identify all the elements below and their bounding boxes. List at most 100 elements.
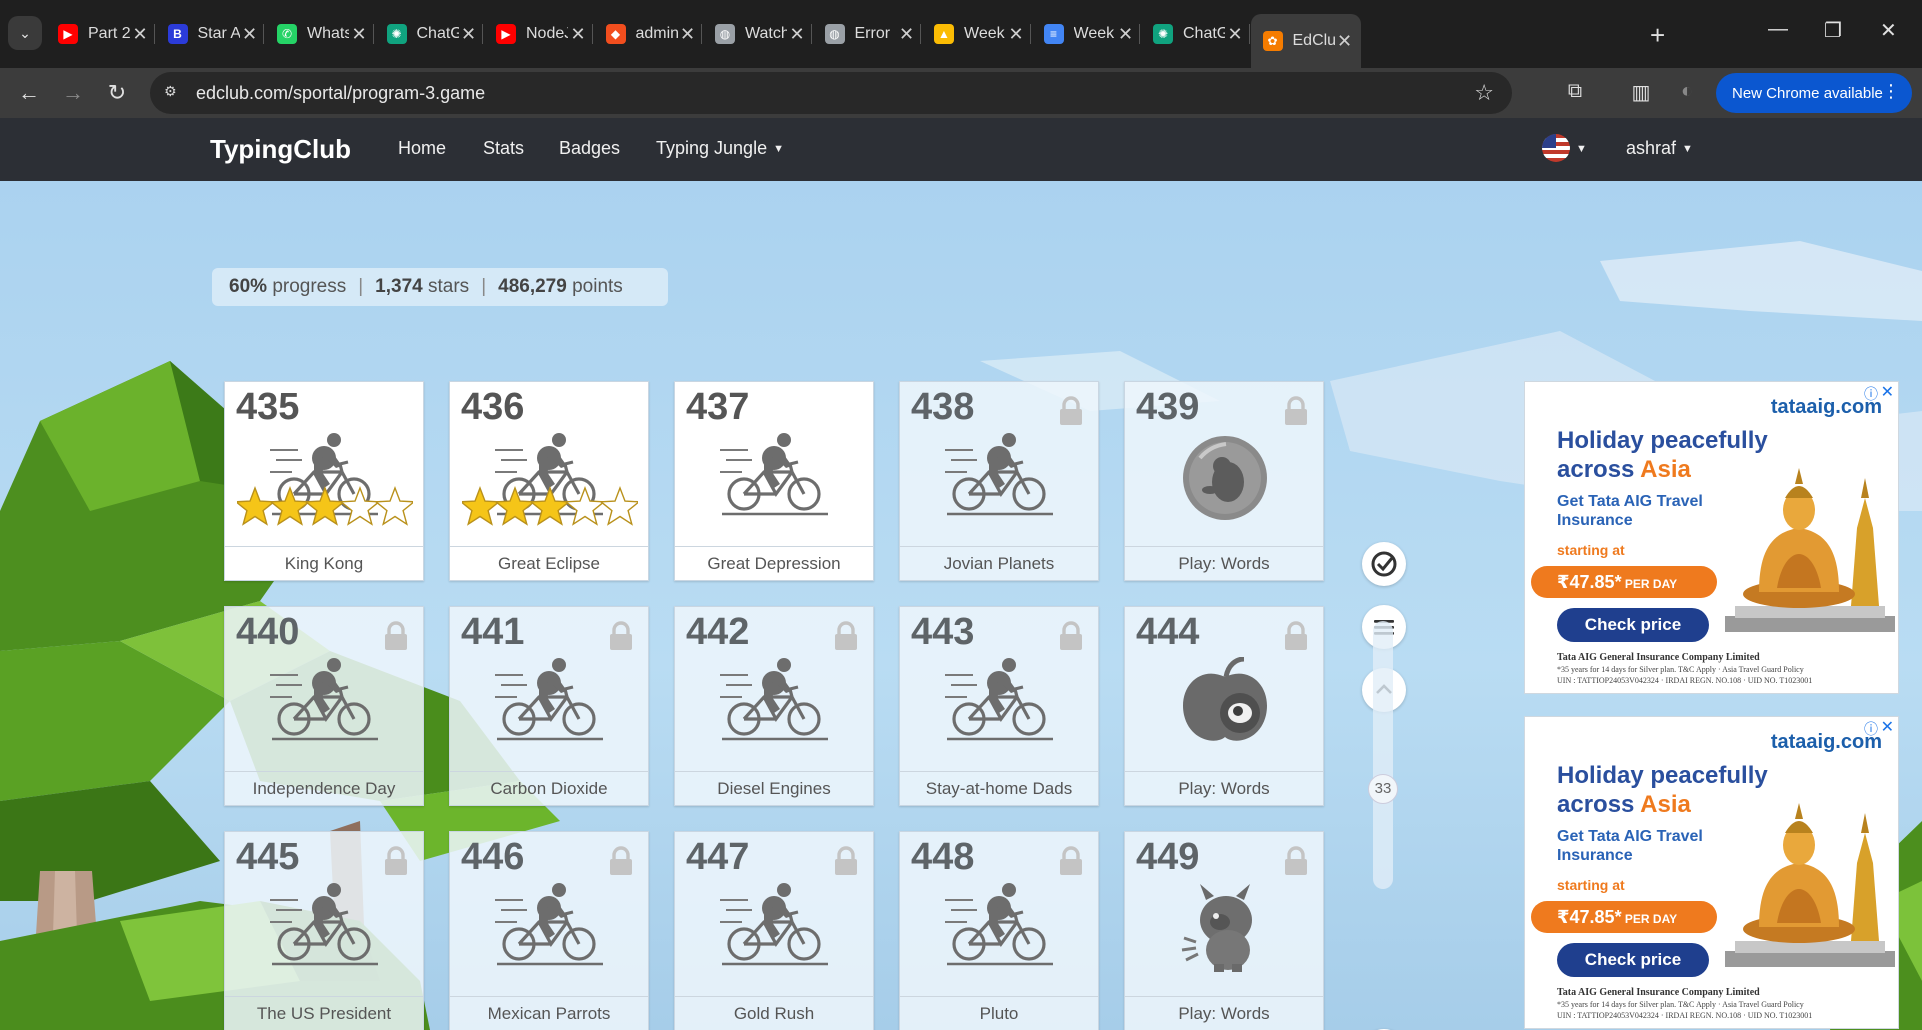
lesson-card-436[interactable]: 436 Great Eclipse: [449, 381, 649, 581]
lesson-card-437[interactable]: 437 Great Depression: [674, 381, 874, 581]
bicycle-rider-icon: [270, 882, 380, 972]
ad-headline-line-2a: across: [1557, 456, 1641, 483]
lesson-card-438[interactable]: 438 Jovian Planets: [899, 381, 1099, 581]
lesson-card-442[interactable]: 442 Diesel Engines: [674, 606, 874, 806]
restore-icon[interactable]: ❐: [1824, 18, 1842, 43]
lesson-card-443[interactable]: 443 Stay-at-home Dads: [899, 606, 1099, 806]
lesson-card-435[interactable]: 435 King Kong: [224, 381, 424, 581]
browser-tab-9[interactable]: ▲ Week ✕: [922, 14, 1032, 54]
lesson-card-447[interactable]: 447 Gold Rush: [674, 831, 874, 1030]
ad-headline-line-1: Holiday peacefully: [1557, 762, 1768, 789]
tab-title: admin: [635, 25, 678, 42]
ad-fine-print-terms: *35 years for 14 days for Silver plan. T…: [1557, 665, 1804, 674]
tab-close-icon[interactable]: ✕: [678, 24, 698, 45]
browser-tab-6[interactable]: ◆ admin ✕: [594, 14, 704, 54]
bicycle-rider-icon: [270, 657, 380, 747]
ad-close-icon[interactable]: ✕: [1881, 382, 1894, 402]
tab-close-icon[interactable]: ✕: [568, 24, 588, 45]
minimize-icon[interactable]: —: [1768, 18, 1788, 41]
ad-check-price-button[interactable]: Check price: [1557, 943, 1709, 977]
star-filled-icon: [234, 486, 276, 526]
ad-banner-bottom[interactable]: ⓘ ✕ tataaig.com Holiday peacefully across…: [1524, 716, 1899, 1029]
tab-separator: [372, 24, 374, 44]
ad-close-icon[interactable]: ✕: [1881, 717, 1894, 737]
chrome-update-label: New Chrome available: [1732, 84, 1883, 102]
progress-summary: 60% progress | 1,374 stars | 486,279 poi…: [212, 268, 668, 306]
tab-close-icon[interactable]: ✕: [787, 24, 807, 45]
ad-check-price-button[interactable]: Check price: [1557, 608, 1709, 642]
bookmark-star-icon[interactable]: ☆: [1474, 80, 1494, 106]
lesson-card-439[interactable]: 439 Play: Words: [1124, 381, 1324, 581]
lesson-number: 441: [461, 611, 525, 653]
lock-icon: [383, 621, 409, 651]
star-filled-icon: [459, 486, 501, 526]
lesson-title: Great Eclipse: [450, 546, 648, 580]
new-tab-icon[interactable]: +: [1650, 20, 1665, 51]
browser-tab-4[interactable]: ✺ ChatGI ✕: [375, 14, 485, 54]
bicycle-rider-icon: [495, 882, 605, 972]
tab-close-icon[interactable]: ✕: [1006, 24, 1026, 45]
language-caret-icon[interactable]: ▼: [1576, 143, 1587, 155]
tab-close-icon[interactable]: ✕: [1116, 24, 1136, 45]
google-drive-icon: ▲: [934, 24, 954, 44]
lesson-scroll-track[interactable]: [1373, 621, 1393, 889]
tab-close-icon[interactable]: ✕: [459, 24, 479, 45]
nav-typing-jungle-label: Typing Jungle: [656, 138, 768, 158]
completed-check-button[interactable]: [1362, 542, 1406, 586]
reload-icon[interactable]: ↻: [102, 78, 132, 108]
lock-icon: [1283, 396, 1309, 426]
lesson-card-445[interactable]: 445 The US President: [224, 831, 424, 1030]
profile-icon[interactable]: ◐: [1674, 80, 1700, 106]
back-icon[interactable]: ←: [14, 78, 44, 108]
lesson-card-449[interactable]: 449 Play: Words: [1124, 831, 1324, 1030]
tab-close-icon[interactable]: ✕: [349, 24, 369, 45]
tab-search-icon[interactable]: ⌄: [8, 16, 42, 50]
browser-tab-7[interactable]: ◍ Watch ✕: [703, 14, 813, 54]
ad-fine-print-regn: UIN : TATTIOP24053V042324 · IRDAI REGN. …: [1557, 676, 1813, 685]
browser-tab-2[interactable]: B Star Ac ✕: [156, 14, 266, 54]
browser-tab-5[interactable]: ▶ NodeJ ✕: [484, 14, 594, 54]
lesson-card-441[interactable]: 441 Carbon Dioxide: [449, 606, 649, 806]
tab-close-icon[interactable]: ✕: [130, 24, 150, 45]
nav-badges[interactable]: Badges: [559, 138, 620, 159]
side-panel-icon[interactable]: ▥: [1628, 80, 1654, 106]
bicycle-rider-icon: [495, 657, 605, 747]
lesson-number: 439: [1136, 386, 1200, 428]
lesson-number: 443: [911, 611, 975, 653]
tab-close-icon[interactable]: ✕: [240, 24, 260, 45]
scroll-page-indicator[interactable]: 33: [1368, 774, 1398, 804]
typingclub-logo[interactable]: TypingClub: [210, 134, 351, 165]
tab-title: EdClub: [1292, 32, 1335, 49]
nav-typing-jungle[interactable]: Typing Jungle ▼: [656, 138, 784, 159]
site-info-icon[interactable]: ⚙: [164, 83, 184, 103]
extensions-icon[interactable]: ⧉: [1562, 80, 1588, 106]
lesson-title: Play: Words: [1125, 996, 1323, 1030]
lesson-card-440[interactable]: 440 Independence Day: [224, 606, 424, 806]
tab-close-icon[interactable]: ✕: [897, 24, 917, 45]
nav-home[interactable]: Home: [398, 138, 446, 159]
browser-tab-8[interactable]: ◍ Error ✕: [813, 14, 923, 54]
user-menu[interactable]: ashraf ▼: [1626, 138, 1693, 159]
nav-stats[interactable]: Stats: [483, 138, 524, 159]
address-bar[interactable]: ⚙ edclub.com/sportal/program-3.game ☆: [150, 72, 1512, 114]
lesson-number: 447: [686, 836, 750, 878]
browser-tab-11[interactable]: ✺ ChatGI ✕: [1141, 14, 1251, 54]
close-window-icon[interactable]: ✕: [1880, 18, 1897, 43]
us-flag-icon[interactable]: [1542, 134, 1570, 162]
browser-tab-1[interactable]: ▶ Part 22 ✕: [46, 14, 156, 54]
tab-close-icon[interactable]: ✕: [1335, 31, 1355, 52]
browser-tab-3[interactable]: ✆ Whats ✕: [265, 14, 375, 54]
tab-title: Error: [854, 25, 891, 42]
more-menu-icon[interactable]: ⋮: [1882, 81, 1900, 102]
browser-tab-10[interactable]: ≡ Week ✕: [1032, 14, 1142, 54]
browser-tab-12[interactable]: ✿ EdClub ✕: [1250, 14, 1361, 68]
ad-banner-top[interactable]: ⓘ ✕ tataaig.com Holiday peacefully across…: [1524, 381, 1899, 694]
lesson-card-444[interactable]: 444 Play: Words: [1124, 606, 1324, 806]
url-text[interactable]: edclub.com/sportal/program-3.game: [196, 83, 485, 104]
lesson-card-448[interactable]: 448 Pluto: [899, 831, 1099, 1030]
tab-close-icon[interactable]: ✕: [1225, 24, 1245, 45]
lesson-card-446[interactable]: 446 Mexican Parrots: [449, 831, 649, 1030]
chrome-update-button[interactable]: New Chrome available ⋮: [1716, 73, 1912, 113]
lock-icon: [1058, 846, 1084, 876]
forward-icon[interactable]: →: [58, 78, 88, 108]
